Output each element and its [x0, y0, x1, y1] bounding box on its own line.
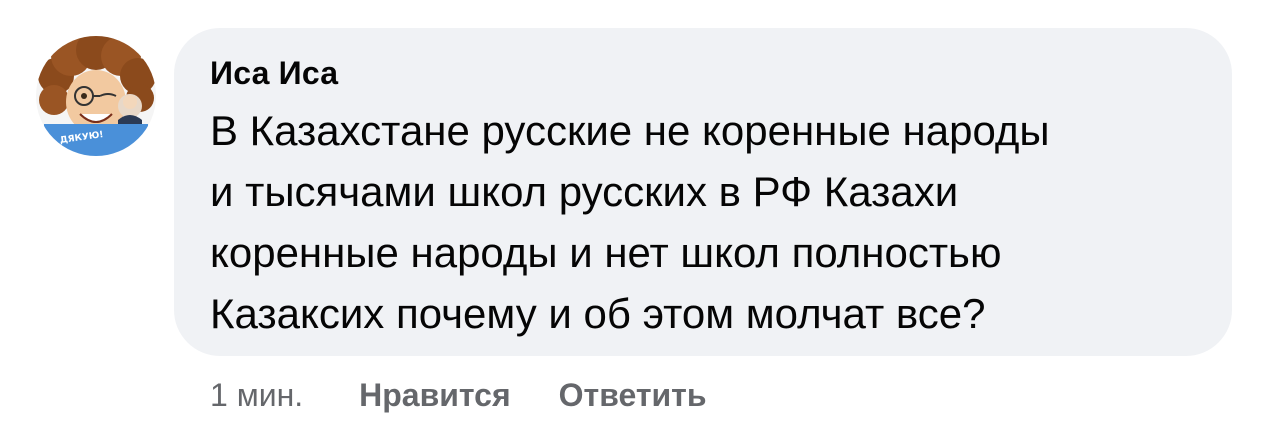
user-avatar[interactable]: ДЯКУЮ! [36, 36, 156, 156]
comment-text-line: В Казахстане русские не коренные народы [210, 107, 1050, 154]
comment-text-line: и тысячами школ русских в РФ Казахи [210, 168, 959, 215]
like-button[interactable]: Нравится [359, 377, 511, 414]
comment-text: В Казахстане русские не коренные народы … [210, 100, 1202, 344]
comment: ДЯКУЮ! Иса Иса В Казахстане русские не к… [0, 0, 1280, 434]
comment-text-line: Казаксих почему и об этом молчат все? [210, 290, 986, 337]
comment-text-line: коренные народы и нет школ полностью [210, 229, 1002, 276]
comment-author[interactable]: Иса Иса [210, 52, 1202, 94]
comment-timestamp[interactable]: 1 мин. [210, 377, 303, 414]
comment-bubble: Иса Иса В Казахстане русские не коренные… [174, 28, 1232, 356]
comment-actions: 1 мин. Нравится Ответить [210, 372, 755, 418]
reply-button[interactable]: Ответить [559, 377, 707, 414]
